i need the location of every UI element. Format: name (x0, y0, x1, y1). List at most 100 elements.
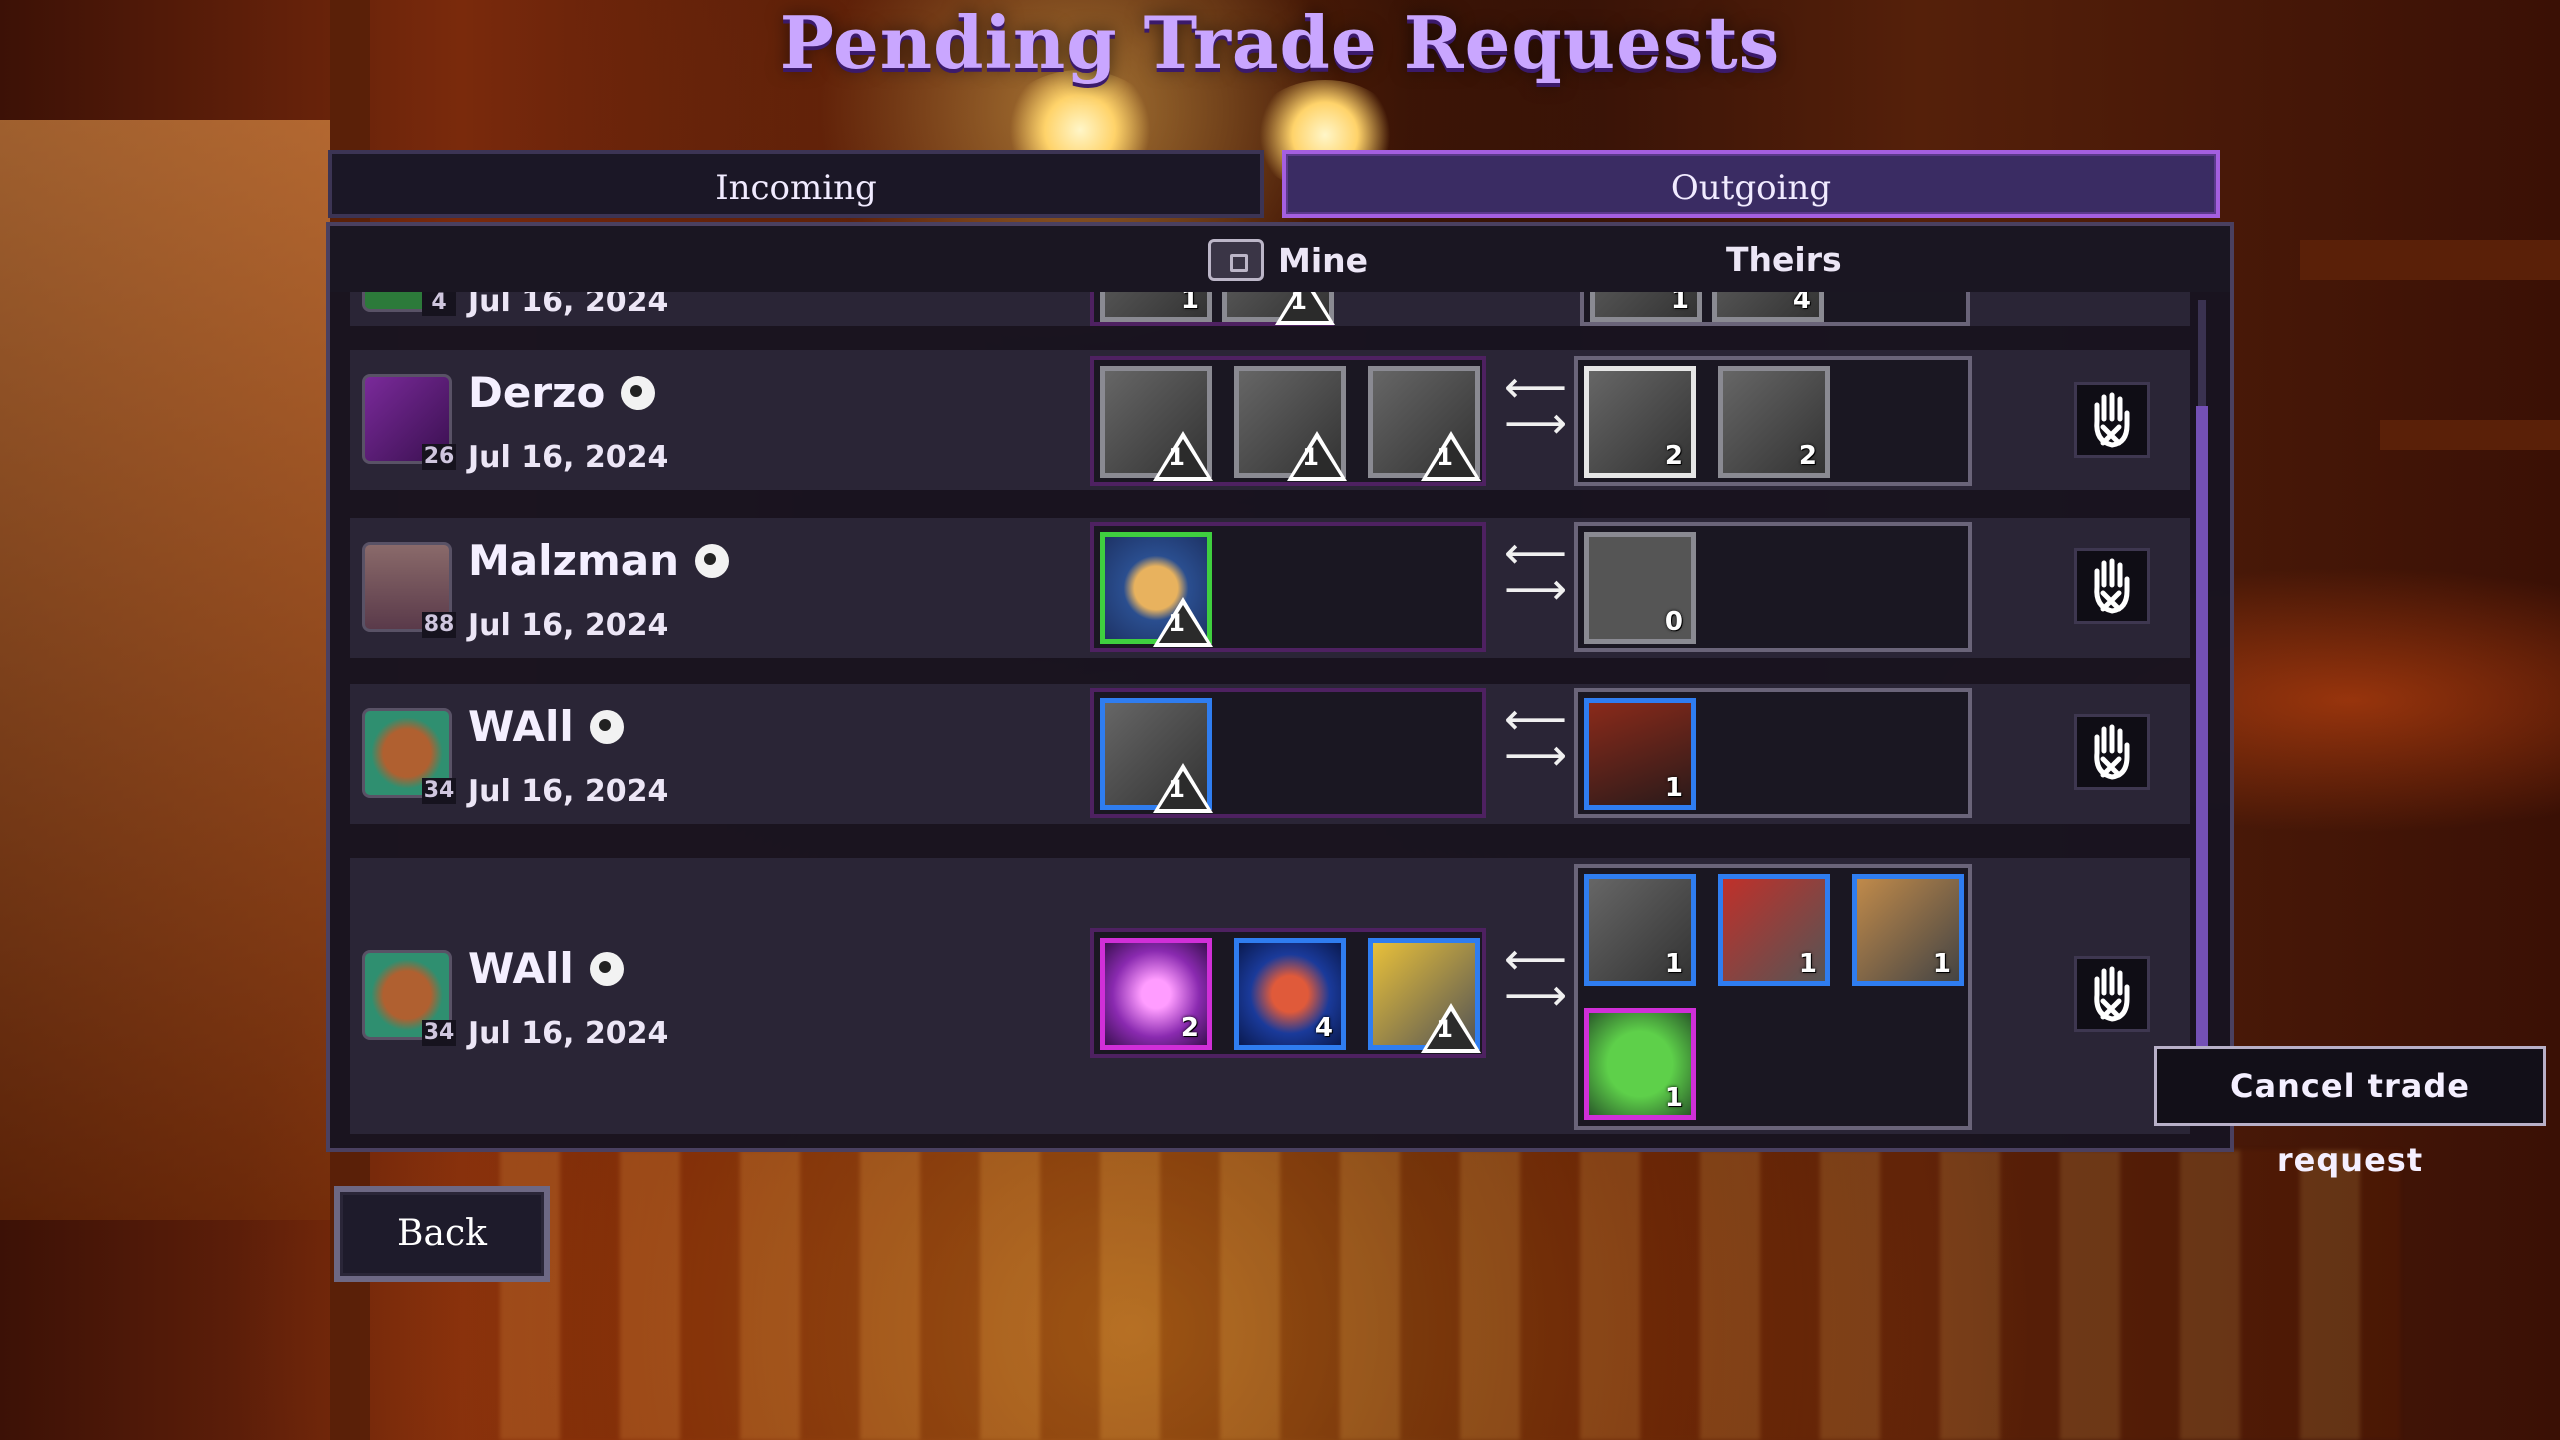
player-name: WAll (468, 944, 624, 993)
item-quantity: 1 (1168, 443, 1185, 471)
trade-requests-panel: Mine Theirs 4 Jul 16, 2024 1 1 1 4 26 De… (326, 222, 2234, 1152)
steam-icon (589, 951, 624, 986)
trade-row: 26 Derzo Jul 16, 2024 1 1 1 ⟵ ⟶ 2 2 (350, 350, 2190, 490)
trade-item[interactable]: 1 (1100, 698, 1213, 813)
mine-items-box: 1 1 1 (1090, 356, 1486, 486)
item-quantity: 4 (1314, 1013, 1333, 1043)
trade-item[interactable]: 2 (1718, 366, 1830, 478)
background-wall (0, 120, 330, 1220)
player-name: WAll (468, 702, 624, 751)
scrollbar-thumb[interactable] (2196, 406, 2208, 1106)
trade-list[interactable]: 4 Jul 16, 2024 1 1 1 4 26 Derzo Jul 16, … (350, 292, 2190, 1138)
hand-cancel-icon (2094, 392, 2130, 448)
player-level: 88 (422, 612, 456, 638)
trade-item[interactable]: 1 (1590, 292, 1702, 322)
mine-items-box: 1 (1090, 522, 1486, 652)
background-floor (500, 1150, 2400, 1440)
item-quantity: 1 (1664, 1083, 1683, 1113)
chest-icon (1208, 239, 1264, 281)
item-quantity: 1 (1290, 292, 1307, 315)
trade-item[interactable]: 1 (1368, 938, 1481, 1053)
trade-item[interactable]: 1 (1852, 874, 1964, 986)
hand-cancel-icon (2094, 558, 2130, 614)
theirs-items-box: 2 2 (1574, 356, 1972, 486)
mine-items-box: 1 1 (1090, 292, 1335, 326)
theirs-items-box: 1 4 (1580, 292, 1970, 326)
trade-date: Jul 16, 2024 (468, 1016, 669, 1051)
trade-item[interactable]: 1 (1222, 292, 1335, 325)
item-quantity: 1 (1180, 292, 1199, 315)
trade-arrows-icon: ⟵ ⟶ (1504, 362, 1568, 449)
steam-icon (621, 375, 656, 410)
player-level: 34 (422, 778, 456, 804)
trade-item[interactable]: 1 (1100, 366, 1213, 481)
mine-label: Mine (1278, 240, 1369, 280)
cancel-trade-tooltip: Cancel trade request (2154, 1046, 2546, 1179)
page-title: Pending Trade Requests (779, 0, 1781, 85)
item-quantity: 2 (1664, 441, 1683, 471)
cancel-trade-button[interactable] (2074, 382, 2150, 458)
trade-arrows-icon: ⟵ ⟶ (1504, 528, 1568, 615)
trade-arrows-icon: ⟵ ⟶ (1504, 934, 1568, 1021)
trade-item[interactable]: 1 (1100, 292, 1212, 322)
trade-item[interactable]: 1 (1584, 1008, 1696, 1120)
theirs-items-box: 0 (1574, 522, 1972, 652)
item-quantity: 1 (1436, 1015, 1453, 1043)
mine-column-header: Mine (1208, 239, 1369, 281)
cancel-trade-button[interactable] (2074, 714, 2150, 790)
cancel-trade-button[interactable] (2074, 548, 2150, 624)
trade-date: Jul 16, 2024 (468, 608, 669, 643)
item-quantity: 1 (1664, 949, 1683, 979)
cancel-trade-button[interactable] (2074, 956, 2150, 1032)
trade-row: 88 Malzman Jul 16, 2024 1 ⟵ ⟶ 0 (350, 518, 2190, 658)
item-quantity: 1 (1168, 609, 1185, 637)
item-quantity: 1 (1436, 443, 1453, 471)
item-quantity: 1 (1798, 949, 1817, 979)
item-quantity: 1 (1168, 775, 1185, 803)
mine-items-box: 1 (1090, 688, 1486, 818)
back-button[interactable]: Back (334, 1186, 550, 1282)
player-name-text: Derzo (468, 368, 606, 417)
trade-item[interactable]: 1 (1368, 366, 1481, 481)
trade-item[interactable]: 1 (1718, 874, 1830, 986)
item-quantity: 4 (1792, 292, 1811, 315)
item-quantity: 2 (1798, 441, 1817, 471)
player-name-text: WAll (468, 944, 574, 993)
hand-cancel-icon (2094, 724, 2130, 780)
tab-outgoing[interactable]: Outgoing (1282, 150, 2220, 218)
trade-arrows-icon: ⟵ ⟶ (1504, 694, 1568, 781)
mine-items-box: 2 4 1 (1090, 928, 1486, 1058)
steam-icon (589, 709, 624, 744)
background-beam (2300, 240, 2560, 280)
trade-item[interactable]: 1 (1584, 874, 1696, 986)
item-quantity: 1 (1302, 443, 1319, 471)
trade-item[interactable]: 2 (1100, 938, 1212, 1050)
player-name-text: Malzman (468, 536, 679, 585)
trade-date: Jul 16, 2024 (468, 774, 669, 809)
trade-item[interactable]: 4 (1712, 292, 1824, 322)
trade-date: Jul 16, 2024 (468, 440, 669, 475)
trade-item[interactable]: 1 (1584, 698, 1696, 810)
trade-item[interactable]: 4 (1234, 938, 1346, 1050)
hand-cancel-icon (2094, 966, 2130, 1022)
item-quantity: 1 (1664, 773, 1683, 803)
item-quantity: 0 (1664, 607, 1683, 637)
trade-item[interactable]: 1 (1234, 366, 1347, 481)
trade-date: Jul 16, 2024 (468, 292, 669, 319)
trade-item[interactable]: 1 (1100, 532, 1213, 647)
theirs-column-header: Theirs (1726, 240, 1842, 279)
trade-item[interactable]: 2 (1584, 366, 1696, 478)
item-quantity: 1 (1670, 292, 1689, 315)
player-level: 4 (422, 292, 456, 316)
background-beam (2380, 420, 2560, 450)
player-level: 34 (422, 1020, 456, 1046)
column-header: Mine Theirs (330, 226, 2230, 292)
tab-incoming[interactable]: Incoming (328, 150, 1264, 218)
trade-item[interactable]: 0 (1584, 532, 1696, 644)
player-name: Derzo (468, 368, 656, 417)
item-quantity: 1 (1932, 949, 1951, 979)
player-name-text: WAll (468, 702, 574, 751)
theirs-items-box: 1 (1574, 688, 1972, 818)
item-quantity: 2 (1180, 1013, 1199, 1043)
player-level: 26 (422, 444, 456, 470)
